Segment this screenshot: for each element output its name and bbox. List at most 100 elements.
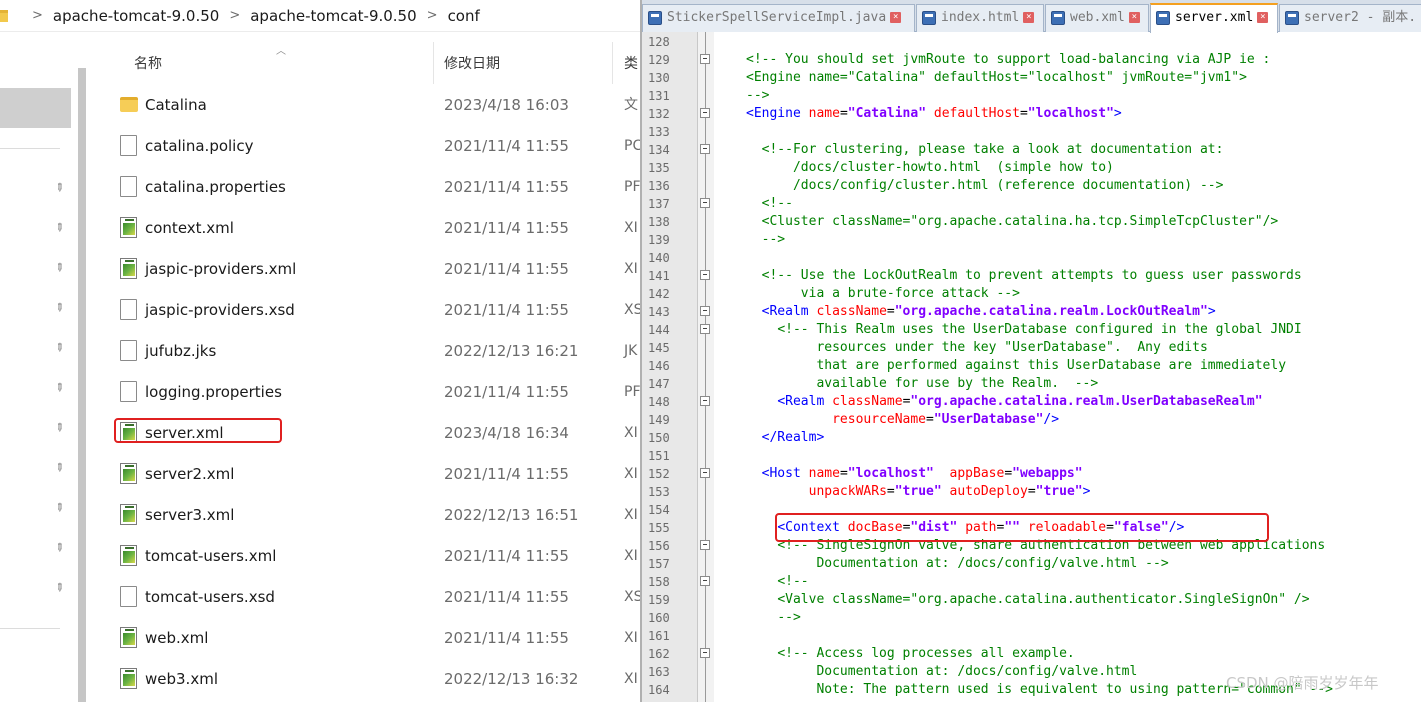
column-header-type[interactable]: 类 <box>624 52 638 76</box>
code-line[interactable]: 161 <box>642 627 1421 645</box>
file-row[interactable]: server3.xml 2022/12/13 16:51 XI <box>90 495 640 536</box>
breadcrumb-item[interactable]: apache-tomcat-9.0.50 <box>250 7 416 25</box>
code-line[interactable]: 133 <box>642 123 1421 141</box>
column-divider[interactable] <box>612 42 613 84</box>
pin-icon[interactable]: ✎ <box>51 180 68 197</box>
code-line[interactable]: 137 <!-- <box>642 195 1421 213</box>
tab-server-xml[interactable]: server.xml × <box>1150 3 1278 33</box>
pin-icon[interactable]: ✎ <box>51 300 68 317</box>
file-type: PC <box>624 138 640 154</box>
code-line[interactable]: 140 <box>642 249 1421 267</box>
line-number: 158 <box>648 575 670 589</box>
column-header-date[interactable]: 修改日期 <box>444 52 500 76</box>
file-row[interactable]: jaspic-providers.xsd 2021/11/4 11:55 XS <box>90 290 640 331</box>
code-line[interactable]: 150 </Realm> <box>642 429 1421 447</box>
tab-stickerspell[interactable]: StickerSpellServiceImpl.java × <box>642 4 915 32</box>
tab-index-html[interactable]: index.html × <box>916 4 1044 32</box>
pin-icon[interactable]: ✎ <box>51 540 68 557</box>
pin-icon[interactable]: ✎ <box>51 260 68 277</box>
code-line[interactable]: 136 /docs/config/cluster.html (reference… <box>642 177 1421 195</box>
code-line[interactable]: 145 resources under the key "UserDatabas… <box>642 339 1421 357</box>
pin-icon[interactable]: ✎ <box>51 420 68 437</box>
file-icon <box>1285 11 1299 25</box>
file-row[interactable]: server2.xml 2021/11/4 11:55 XI <box>90 454 640 495</box>
code-text: /docs/cluster-howto.html (simple how to) <box>746 159 1114 177</box>
code-line[interactable]: 149 resourceName="UserDatabase"/> <box>642 411 1421 429</box>
code-line[interactable]: 139 --> <box>642 231 1421 249</box>
code-line[interactable]: 132 <Engine name="Catalina" defaultHost="… <box>642 105 1421 123</box>
code-line[interactable]: 147 available for use by the Realm. --> <box>642 375 1421 393</box>
code-line[interactable]: 138 <Cluster className="org.apache.catal… <box>642 213 1421 231</box>
breadcrumb-item[interactable]: apache-tomcat-9.0.50 <box>53 7 219 25</box>
code-line[interactable]: 134 <!--For clustering, please take a lo… <box>642 141 1421 159</box>
line-number: 148 <box>648 395 670 409</box>
pin-icon[interactable]: ✎ <box>51 500 68 517</box>
code-line[interactable]: 131 --> <box>642 87 1421 105</box>
file-row[interactable]: Catalina 2023/4/18 16:03 文 <box>90 85 640 126</box>
close-icon[interactable]: × <box>1128 12 1140 23</box>
file-row[interactable]: tomcat-users.xsd 2021/11/4 11:55 XS <box>90 577 640 618</box>
line-number: 160 <box>648 611 670 625</box>
code-line[interactable]: 130 <Engine name="Catalina" defaultHost="… <box>642 69 1421 87</box>
code-line[interactable]: 148 <Realm className="org.apache.catalin… <box>642 393 1421 411</box>
scrollbar[interactable] <box>78 68 86 702</box>
code-text: <!-- This Realm uses the UserDatabase co… <box>746 321 1301 339</box>
line-number: 138 <box>648 215 670 229</box>
pin-icon[interactable]: ✎ <box>51 220 68 237</box>
code-line[interactable]: 159 <Valve className="org.apache.catalin… <box>642 591 1421 609</box>
code-line[interactable]: 157 Documentation at: /docs/config/valve… <box>642 555 1421 573</box>
code-line[interactable]: 162 <!-- Access log processes all exampl… <box>642 645 1421 663</box>
column-header-name[interactable]: 名称 <box>134 52 162 76</box>
file-type: XS <box>624 302 640 318</box>
code-line[interactable]: 158 <!-- <box>642 573 1421 591</box>
code-text: Documentation at: /docs/config/valve.htm… <box>746 555 1168 573</box>
code-line[interactable]: 151 <box>642 447 1421 465</box>
file-row[interactable]: jaspic-providers.xml 2021/11/4 11:55 XI <box>90 249 640 290</box>
file-row[interactable]: web.xml 2021/11/4 11:55 XI <box>90 618 640 659</box>
close-icon[interactable]: × <box>1257 12 1269 23</box>
code-token: className <box>816 304 887 319</box>
file-row[interactable]: context.xml 2021/11/4 11:55 XI <box>90 208 640 249</box>
pin-icon[interactable]: ✎ <box>51 380 68 397</box>
close-icon[interactable]: × <box>1023 12 1035 23</box>
code-line[interactable]: 128 <box>642 33 1421 51</box>
file-row[interactable]: logging.properties 2021/11/4 11:55 PF <box>90 372 640 413</box>
code-line[interactable]: 129 <!-- You should set jvmRoute to suppo… <box>642 51 1421 69</box>
pin-icon[interactable]: ✎ <box>51 580 68 597</box>
code-line[interactable]: 153 unpackWARs="true" autoDeploy="true"> <box>642 483 1421 501</box>
pin-icon[interactable]: ✎ <box>51 460 68 477</box>
code-text: <Valve className="org.apache.catalina.au… <box>746 591 1309 609</box>
code-token: "localhost" <box>1027 106 1114 121</box>
file-row[interactable]: tomcat-users.xml 2021/11/4 11:55 XI <box>90 536 640 577</box>
nav-selected-item[interactable] <box>0 88 71 128</box>
pin-icon[interactable]: ✎ <box>51 340 68 357</box>
code-token: appBase <box>949 466 1005 481</box>
code-line[interactable]: 160 --> <box>642 609 1421 627</box>
xml-file-icon <box>120 545 137 566</box>
file-name: context.xml <box>145 219 234 237</box>
code-text: <Realm className="org.apache.catalina.re… <box>746 393 1262 411</box>
navigation-pane: ✎ ✎ ✎ ✎ ✎ ✎ ✎ ✎ ✎ ✎ ✎ <box>0 38 72 702</box>
line-number: 155 <box>648 521 670 535</box>
code-line[interactable]: 146 that are performed against this User… <box>642 357 1421 375</box>
code-line[interactable]: 152 <Host name="localhost" appBase="weba… <box>642 465 1421 483</box>
code-line[interactable]: 144 <!-- This Realm uses the UserDatabas… <box>642 321 1421 339</box>
code-line[interactable]: 135 /docs/cluster-howto.html (simple how… <box>642 159 1421 177</box>
breadcrumb-item[interactable]: conf <box>448 7 480 25</box>
column-divider[interactable] <box>433 42 434 84</box>
line-number: 163 <box>648 665 670 679</box>
file-row[interactable]: jufubz.jks 2022/12/13 16:21 JK <box>90 331 640 372</box>
file-row[interactable]: web3.xml 2022/12/13 16:32 XI <box>90 659 640 700</box>
close-icon[interactable]: × <box>890 12 902 23</box>
code-token: "Catalina" <box>847 106 927 121</box>
file-row[interactable]: catalina.properties 2021/11/4 11:55 PF <box>90 167 640 208</box>
code-line[interactable]: 142 via a brute-force attack --> <box>642 285 1421 303</box>
tab-server2-copy[interactable]: server2 - 副本. <box>1279 4 1421 32</box>
code-text: <!-- <box>746 573 808 591</box>
document-icon <box>120 176 137 197</box>
tab-web-xml[interactable]: web.xml × <box>1045 4 1149 32</box>
code-line[interactable]: 143 <Realm className="org.apache.catalin… <box>642 303 1421 321</box>
code-line[interactable]: 141 <!-- Use the LockOutRealm to prevent… <box>642 267 1421 285</box>
file-row[interactable]: catalina.policy 2021/11/4 11:55 PC <box>90 126 640 167</box>
